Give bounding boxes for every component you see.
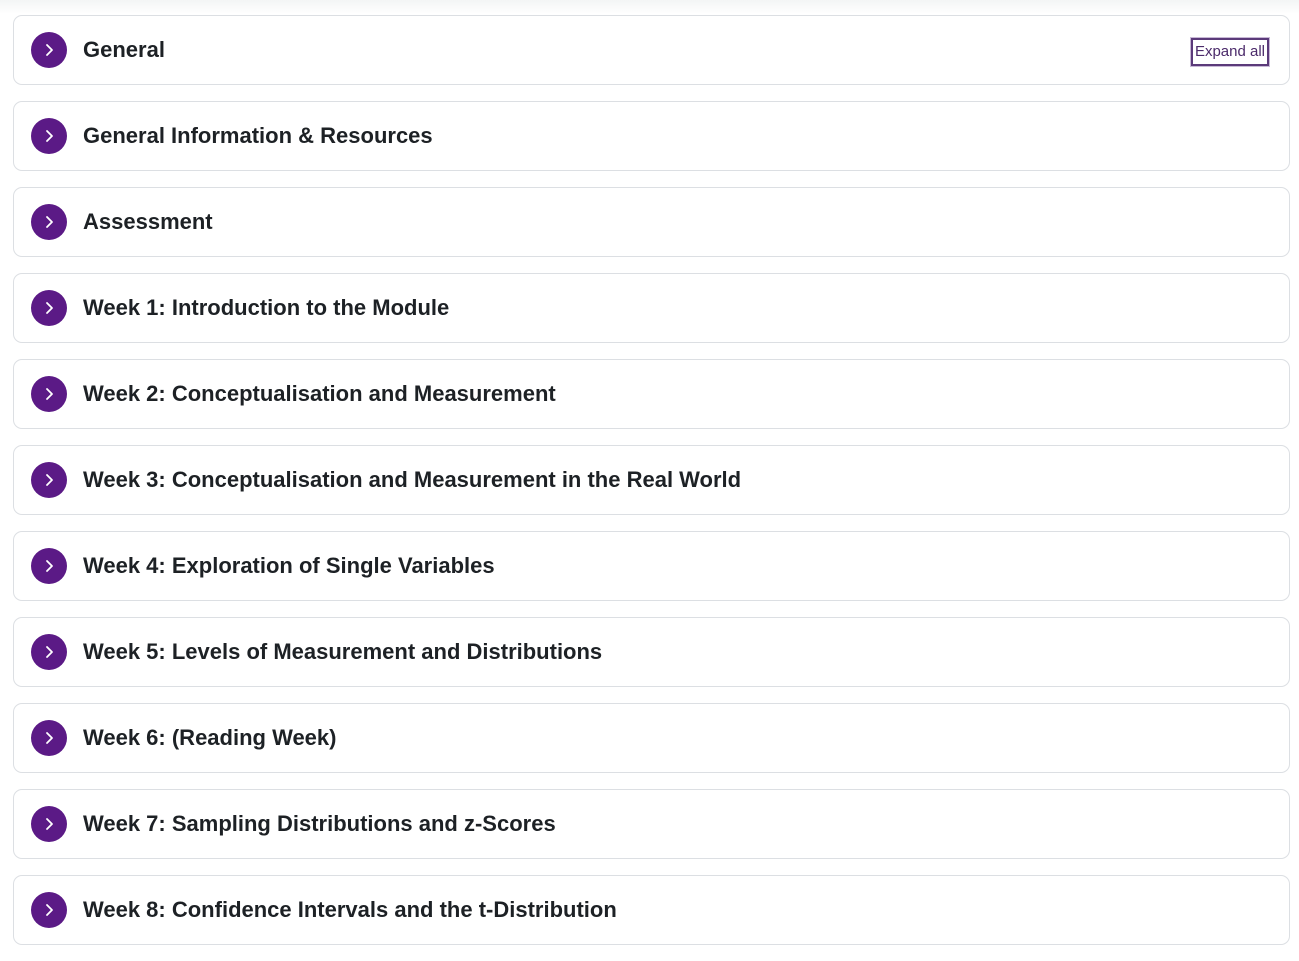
chevron-right-icon[interactable] — [31, 806, 67, 842]
top-shade — [0, 0, 1299, 14]
section-week-4[interactable]: Week 4: Exploration of Single Variables — [13, 531, 1290, 601]
section-general-information[interactable]: General Information & Resources — [13, 101, 1290, 171]
section-general[interactable]: General Expand all — [13, 15, 1290, 85]
section-title: Week 5: Levels of Measurement and Distri… — [83, 639, 603, 664]
chevron-right-icon[interactable] — [31, 634, 67, 670]
chevron-right-icon[interactable] — [31, 204, 67, 240]
chevron-right-icon[interactable] — [31, 892, 67, 928]
section-title: Week 8: Confidence Intervals and the t-D… — [83, 897, 617, 922]
section-title: Assessment — [83, 209, 213, 234]
chevron-right-icon[interactable] — [31, 376, 67, 412]
section-assessment[interactable]: Assessment — [13, 187, 1290, 257]
expand-all-button[interactable]: Expand all — [1189, 37, 1271, 67]
section-title: Week 7: Sampling Distributions and z-Sco… — [83, 811, 556, 836]
chevron-right-icon[interactable] — [31, 118, 67, 154]
section-title: Week 3: Conceptualisation and Measuremen… — [83, 467, 742, 492]
section-title: Week 2: Conceptualisation and Measuremen… — [83, 381, 556, 406]
section-title: General Information & Resources — [83, 123, 433, 148]
section-title: Week 4: Exploration of Single Variables — [83, 553, 495, 578]
section-title: Week 1: Introduction to the Module — [83, 295, 450, 320]
section-week-3[interactable]: Week 3: Conceptualisation and Measuremen… — [13, 445, 1290, 515]
section-title: General — [83, 37, 165, 62]
course-sections: General Expand all General Information &… — [13, 15, 1290, 961]
section-week-1[interactable]: Week 1: Introduction to the Module — [13, 273, 1290, 343]
section-week-5[interactable]: Week 5: Levels of Measurement and Distri… — [13, 617, 1290, 687]
chevron-right-icon[interactable] — [31, 462, 67, 498]
chevron-right-icon[interactable] — [31, 290, 67, 326]
chevron-right-icon[interactable] — [31, 548, 67, 584]
chevron-right-icon[interactable] — [31, 32, 67, 68]
section-week-2[interactable]: Week 2: Conceptualisation and Measuremen… — [13, 359, 1290, 429]
section-week-8[interactable]: Week 8: Confidence Intervals and the t-D… — [13, 875, 1290, 945]
section-week-6[interactable]: Week 6: (Reading Week) — [13, 703, 1290, 773]
section-week-7[interactable]: Week 7: Sampling Distributions and z-Sco… — [13, 789, 1290, 859]
section-title: Week 6: (Reading Week) — [83, 725, 337, 750]
chevron-right-icon[interactable] — [31, 720, 67, 756]
